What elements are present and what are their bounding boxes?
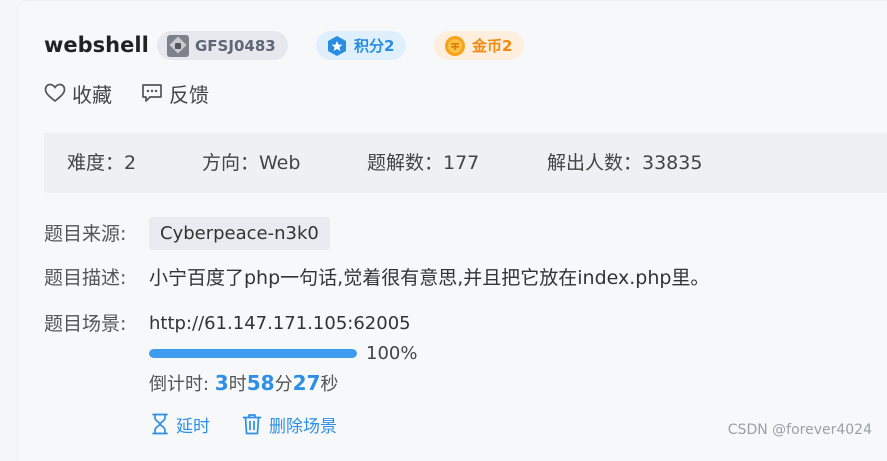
extend-button[interactable]: 延时 <box>151 411 210 437</box>
source-tag: Cyberpeace-n3k0 <box>149 217 330 250</box>
delete-scene-button[interactable]: 删除场景 <box>242 411 337 437</box>
challenge-avatar-icon <box>167 34 189 57</box>
solvers-stat: 解出人数：33835 <box>547 152 703 174</box>
progress-percent: 100% <box>366 343 418 364</box>
trash-icon <box>242 414 262 435</box>
coin-icon <box>444 35 466 57</box>
source-label: 题目来源: <box>44 223 127 245</box>
challenge-id-text: GFSJ0483 <box>195 36 276 55</box>
hourglass-icon <box>152 413 168 435</box>
countdown-seconds: 27 <box>292 371 321 395</box>
challenge-title: webshell <box>44 33 149 57</box>
heart-icon <box>44 83 66 103</box>
description-label: 题目描述: <box>44 267 127 289</box>
extend-label: 延时 <box>176 416 210 437</box>
coins-badge: 金币2 <box>434 31 525 60</box>
feedback-icon <box>142 84 162 102</box>
countdown-seconds-unit: 秒 <box>320 374 339 395</box>
solves-stat: 题解数：177 <box>367 152 480 174</box>
favorite-button[interactable]: 收藏 <box>44 79 112 107</box>
delete-scene-label: 删除场景 <box>269 416 337 437</box>
stats-bar: 难度：2 方向：Web 题解数：177 解出人数：33835 <box>44 133 887 193</box>
description-text: 小宁百度了php一句话,觉着很有意思,并且把它放在index.php里。 <box>149 267 710 289</box>
coins-text: 金币2 <box>472 37 513 55</box>
countdown-minutes-unit: 分 <box>274 374 293 395</box>
direction-stat: 方向：Web <box>202 152 301 174</box>
challenge-card <box>17 0 887 461</box>
countdown-hours-unit: 时 <box>228 374 247 395</box>
feedback-label: 反馈 <box>169 82 209 107</box>
points-badge: 积分2 <box>316 31 407 60</box>
progress-bar <box>149 349 357 358</box>
feedback-button[interactable]: 反馈 <box>141 79 209 107</box>
favorite-label: 收藏 <box>72 82 112 107</box>
points-text: 积分2 <box>354 37 395 55</box>
scene-url[interactable]: http://61.147.171.105:62005 <box>149 310 411 338</box>
countdown: 倒计时: 3时58分27秒 <box>149 369 338 399</box>
watermark: CSDN @forever4024 <box>727 422 872 438</box>
countdown-prefix: 倒计时: <box>149 374 215 395</box>
challenge-id-badge: GFSJ0483 <box>157 31 288 60</box>
difficulty-stat: 难度：2 <box>67 152 137 174</box>
points-icon <box>326 35 348 57</box>
progress-fill <box>149 349 357 358</box>
scene-label: 题目场景: <box>44 313 127 335</box>
countdown-minutes: 58 <box>246 371 275 395</box>
countdown-hours: 3 <box>214 371 229 395</box>
